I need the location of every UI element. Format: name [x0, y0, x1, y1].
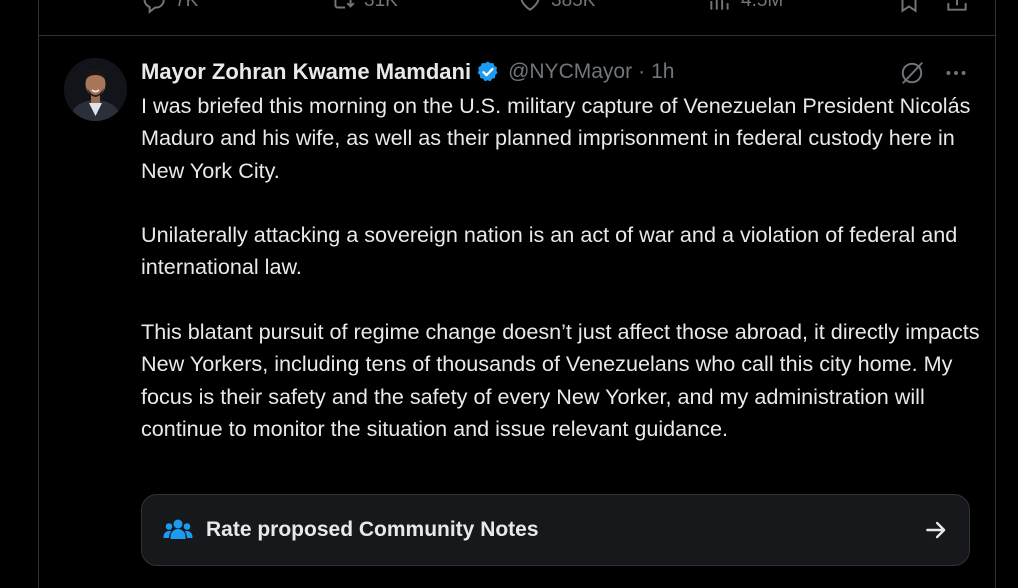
grok-icon: [901, 62, 923, 84]
arrow-right-icon: [926, 521, 946, 539]
avatar[interactable]: [64, 58, 127, 121]
share-icon: [947, 0, 967, 11]
repost-icon: [334, 0, 355, 9]
like-button[interactable]: 385K: [517, 0, 595, 14]
community-notes-button[interactable]: Rate proposed Community Notes: [141, 494, 970, 566]
verified-badge-icon[interactable]: [476, 60, 500, 84]
timeline-column: 7K 31K 385K 4.5M Mayor Zohran Kwame Mamd…: [38, 0, 996, 588]
timestamp[interactable]: 1h: [651, 60, 674, 84]
bookmark-button[interactable]: [896, 0, 922, 14]
repost-button[interactable]: 31K: [330, 0, 398, 14]
reply-count: 7K: [175, 0, 199, 11]
repost-count: 31K: [364, 0, 398, 11]
avatar-image: [64, 58, 127, 121]
tweet-paragraph: I was briefed this morning on the U.S. m…: [141, 93, 971, 183]
reply-button[interactable]: 7K: [141, 0, 198, 14]
header-separator: ·: [638, 60, 646, 83]
community-notes-label: Rate proposed Community Notes: [206, 518, 539, 541]
views-button[interactable]: 4.5M: [707, 0, 783, 14]
like-count: 385K: [551, 0, 596, 11]
timeline: 7K 31K 385K 4.5M Mayor Zohran Kwame Mamd…: [0, 0, 1018, 588]
handle[interactable]: @NYCMayor: [508, 60, 632, 84]
tweet-header: Mayor Zohran Kwame Mamdani @NYCMayor · 1…: [141, 56, 674, 88]
heart-icon: [520, 0, 540, 11]
share-button[interactable]: [944, 0, 970, 14]
views-icon: [710, 0, 729, 10]
community-icon: [163, 519, 193, 539]
tweet-text: I was briefed this morning on the U.S. m…: [141, 90, 981, 445]
reply-icon: [143, 0, 165, 14]
tweet-paragraph: Unilaterally attacking a sovereign natio…: [141, 222, 958, 280]
previous-tweet-action-bar: 7K 31K 385K 4.5M: [39, 0, 995, 36]
view-count: 4.5M: [741, 0, 784, 11]
grok-button[interactable]: [897, 58, 927, 88]
display-name[interactable]: Mayor Zohran Kwame Mamdani: [141, 59, 471, 85]
bookmark-icon: [901, 0, 917, 13]
more-button[interactable]: [941, 58, 971, 88]
more-icon: [946, 71, 966, 75]
tweet-paragraph: This blatant pursuit of regime change do…: [141, 319, 980, 441]
